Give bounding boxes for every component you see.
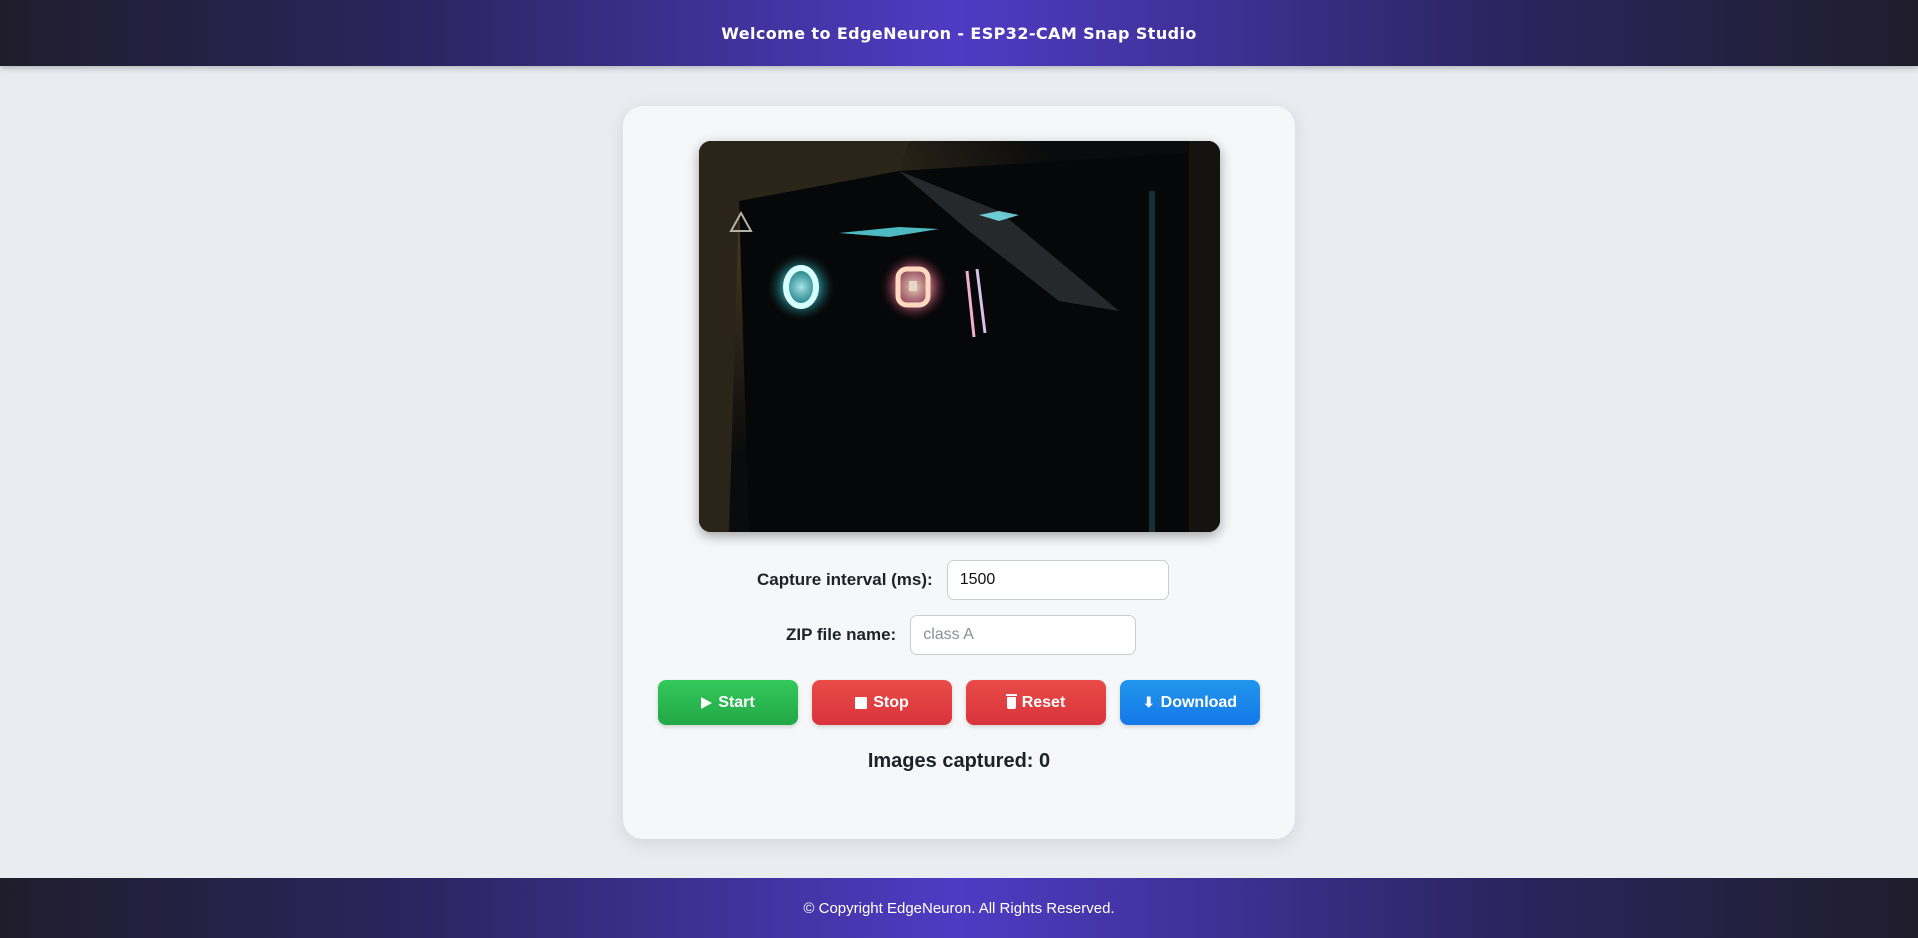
images-captured-count: Images captured: 0 xyxy=(867,750,1051,772)
capture-card: Capture interval (ms): ZIP file name: St… xyxy=(623,106,1295,839)
camera-feed xyxy=(699,141,1220,532)
download-arrow-icon: ⬇ xyxy=(1142,694,1155,710)
zip-label: ZIP file name: xyxy=(786,625,897,644)
play-icon xyxy=(701,696,713,709)
reset-button[interactable]: Reset xyxy=(966,680,1106,725)
stop-button-label: Stop xyxy=(873,693,909,711)
start-button-label: Start xyxy=(718,693,755,711)
stop-button[interactable]: Stop xyxy=(812,680,952,725)
zip-row: ZIP file name: xyxy=(786,615,1137,655)
button-row: Start Stop Reset ⬇ Download xyxy=(658,680,1260,725)
interval-input[interactable] xyxy=(946,560,1169,600)
start-button[interactable]: Start xyxy=(658,680,798,725)
app-footer: © Copyright EdgeNeuron. All Rights Reser… xyxy=(0,878,1918,938)
zip-name-input[interactable] xyxy=(910,615,1137,655)
page-title: Welcome to EdgeNeuron - ESP32-CAM Snap S… xyxy=(721,23,1197,43)
app-header: Welcome to EdgeNeuron - ESP32-CAM Snap S… xyxy=(0,0,1918,66)
download-button-label: Download xyxy=(1160,693,1238,711)
reset-button-label: Reset xyxy=(1021,693,1066,711)
trash-icon xyxy=(1005,693,1017,709)
interval-label: Capture interval (ms): xyxy=(757,570,933,589)
stop-icon xyxy=(855,696,868,709)
copyright-text: © Copyright EdgeNeuron. All Rights Reser… xyxy=(803,899,1115,917)
interval-row: Capture interval (ms): xyxy=(757,560,1169,600)
camera-feed-image xyxy=(699,141,1220,532)
download-button[interactable]: ⬇ Download xyxy=(1120,680,1260,725)
